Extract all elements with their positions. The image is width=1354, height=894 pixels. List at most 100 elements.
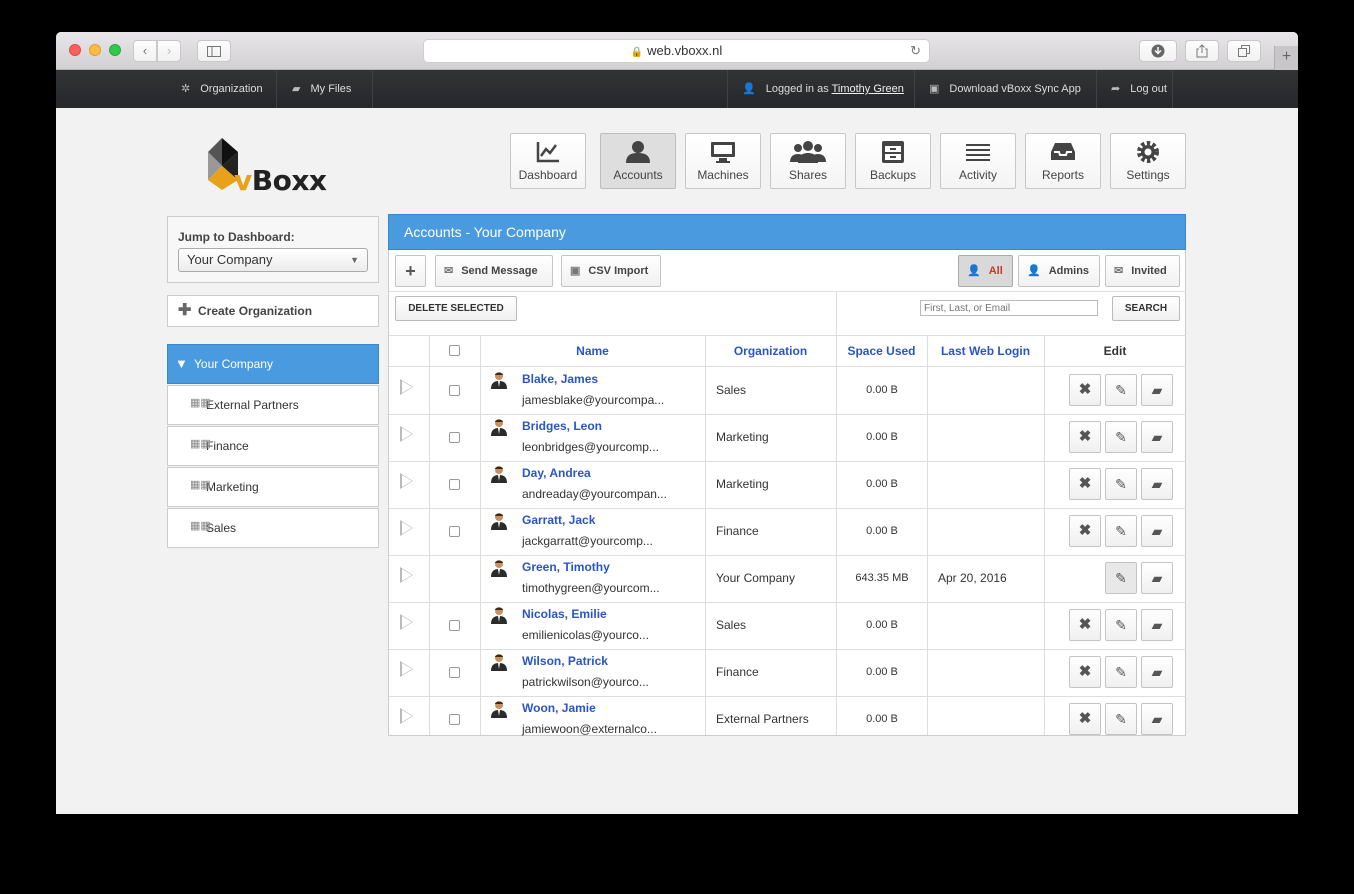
delete-account-button[interactable]: ✖: [1069, 468, 1101, 500]
open-files-button[interactable]: ▰: [1141, 656, 1173, 688]
table-row: Woon, Jamie jamiewoon@externalco... Extern…: [389, 696, 1186, 743]
organization-link[interactable]: ✲ Organization: [181, 70, 263, 108]
tabs-overview-button[interactable]: [1227, 40, 1261, 62]
row-checkbox[interactable]: [449, 385, 460, 396]
user-profile-link[interactable]: Timothy Green: [832, 83, 904, 95]
delete-account-button[interactable]: ✖: [1069, 609, 1101, 641]
open-files-button[interactable]: ▰: [1141, 421, 1173, 453]
account-name-link[interactable]: Nicolas, Emilie: [522, 607, 607, 621]
row-checkbox[interactable]: [449, 479, 460, 490]
search-button[interactable]: SEARCH: [1112, 296, 1180, 321]
reload-icon[interactable]: ↻: [910, 40, 921, 62]
share-button[interactable]: [1185, 40, 1219, 62]
delete-account-button[interactable]: ✖: [1069, 421, 1101, 453]
edit-account-button[interactable]: ✎: [1105, 562, 1137, 594]
open-files-button[interactable]: ▰: [1141, 374, 1173, 406]
maximize-window-button[interactable]: [109, 44, 121, 56]
expand-row-icon[interactable]: [400, 520, 413, 536]
sidebar-toggle-button[interactable]: [197, 40, 231, 62]
account-name-link[interactable]: Garratt, Jack: [522, 513, 595, 527]
envelope-icon: ✉: [444, 265, 454, 277]
row-checkbox[interactable]: [449, 432, 460, 443]
account-name-link[interactable]: Woon, Jamie: [522, 701, 596, 715]
nav-dashboard[interactable]: Dashboard: [510, 133, 586, 189]
account-name-link[interactable]: Blake, James: [522, 372, 598, 386]
open-files-button[interactable]: ▰: [1141, 609, 1173, 641]
delete-account-button[interactable]: ✖: [1069, 515, 1101, 547]
open-files-button[interactable]: ▰: [1141, 703, 1173, 735]
expand-row-icon[interactable]: [400, 379, 413, 395]
edit-account-button[interactable]: ✎: [1105, 515, 1137, 547]
row-checkbox[interactable]: [449, 714, 460, 725]
row-checkbox[interactable]: [449, 620, 460, 631]
address-bar[interactable]: 🔒 web.vboxx.nl ↻: [423, 39, 930, 63]
open-files-button[interactable]: ▰: [1141, 468, 1173, 500]
expand-row-icon[interactable]: [400, 661, 413, 677]
org-tree-item-finance[interactable]: ▦▦ Finance: [167, 426, 379, 466]
column-header-last-web-login[interactable]: Last Web Login: [927, 336, 1044, 366]
edit-account-button[interactable]: ✎: [1105, 468, 1137, 500]
back-button[interactable]: ‹: [133, 40, 157, 62]
expand-row-icon[interactable]: [400, 426, 413, 442]
open-files-button[interactable]: ▰: [1141, 562, 1173, 594]
filter-invited-button[interactable]: ✉ Invited: [1105, 255, 1180, 287]
csv-import-button[interactable]: ▣ CSV Import: [561, 255, 661, 287]
logout-link[interactable]: ➦ Log out: [1111, 70, 1167, 108]
filter-admins-button[interactable]: 👤 Admins: [1018, 255, 1100, 287]
nav-machines[interactable]: Machines: [685, 133, 761, 189]
edit-account-button[interactable]: ✎: [1105, 374, 1137, 406]
add-account-button[interactable]: +: [395, 255, 426, 287]
account-name-link[interactable]: Bridges, Leon: [522, 419, 602, 433]
browser-toolbar: ‹ › 🔒 web.vboxx.nl ↻ +: [56, 32, 1298, 70]
account-name-link[interactable]: Day, Andrea: [522, 466, 591, 480]
minimize-window-button[interactable]: [89, 44, 101, 56]
nav-reports[interactable]: Reports: [1025, 133, 1101, 189]
account-email: leonbridges@yourcomp...: [522, 440, 659, 454]
edit-account-button[interactable]: ✎: [1105, 656, 1137, 688]
expand-row-icon[interactable]: [400, 473, 413, 489]
delete-selected-button[interactable]: DELETE SELECTED: [395, 296, 517, 321]
delete-account-button[interactable]: ✖: [1069, 374, 1101, 406]
envelope-icon: ✉: [1114, 265, 1124, 277]
edit-account-button[interactable]: ✎: [1105, 421, 1137, 453]
column-header-name[interactable]: Name: [480, 336, 705, 366]
org-tree-root-your-company[interactable]: ▼ Your Company: [167, 344, 379, 384]
row-checkbox[interactable]: [449, 667, 460, 678]
org-tree-item-marketing[interactable]: ▦▦ Marketing: [167, 467, 379, 507]
delete-account-button[interactable]: ✖: [1069, 703, 1101, 735]
row-checkbox[interactable]: [449, 526, 460, 537]
send-message-button[interactable]: ✉ Send Message: [435, 255, 553, 287]
folder-icon: ▰: [1151, 523, 1163, 539]
new-tab-button[interactable]: +: [1274, 46, 1298, 70]
account-name-link[interactable]: Wilson, Patrick: [522, 654, 608, 668]
open-files-button[interactable]: ▰: [1141, 515, 1173, 547]
filter-all-button[interactable]: 👤 All: [958, 255, 1013, 287]
expand-row-icon[interactable]: [400, 708, 413, 724]
vboxx-logo[interactable]: vBoxx: [208, 136, 328, 197]
expand-row-icon[interactable]: [400, 614, 413, 630]
select-all-checkbox[interactable]: [449, 345, 460, 356]
jump-to-dashboard-select[interactable]: Your Company ▼: [178, 248, 368, 272]
downloads-button[interactable]: [1139, 40, 1177, 62]
account-name-link[interactable]: Green, Timothy: [522, 560, 610, 574]
org-tree-item-sales[interactable]: ▦▦ Sales: [167, 508, 379, 548]
my-files-link[interactable]: ▰ My Files: [292, 70, 351, 108]
nav-backups[interactable]: Backups: [855, 133, 931, 189]
column-header-organization[interactable]: Organization: [705, 336, 836, 366]
org-tree-item-external-partners[interactable]: ▦▦ External Partners: [167, 385, 379, 425]
delete-account-button[interactable]: ✖: [1069, 656, 1101, 688]
nav-activity[interactable]: Activity: [940, 133, 1016, 189]
create-organization-button[interactable]: ✚ Create Organization: [167, 295, 379, 327]
expand-row-icon[interactable]: [400, 567, 413, 583]
nav-shares[interactable]: Shares: [770, 133, 846, 189]
account-search-input[interactable]: [920, 300, 1098, 316]
edit-account-button[interactable]: ✎: [1105, 609, 1137, 641]
close-window-button[interactable]: [69, 44, 81, 56]
forward-button[interactable]: ›: [157, 40, 181, 62]
column-header-space-used[interactable]: Space Used: [836, 336, 927, 366]
download-sync-app-link[interactable]: ▣ Download vBoxx Sync App: [929, 70, 1081, 108]
nav-settings[interactable]: Settings: [1110, 133, 1186, 189]
logout-arrow-icon: ➦: [1111, 83, 1121, 95]
nav-accounts[interactable]: Accounts: [600, 133, 676, 189]
edit-account-button[interactable]: ✎: [1105, 703, 1137, 735]
